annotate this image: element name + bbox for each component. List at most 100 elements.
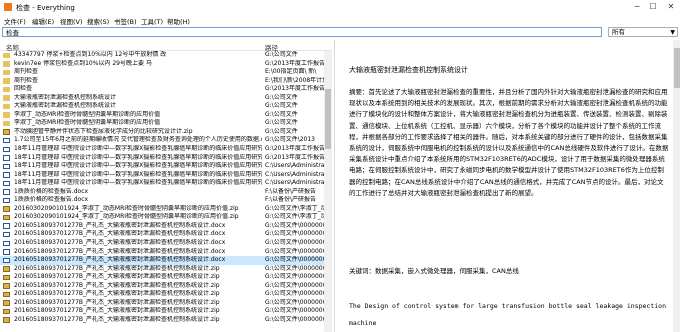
row-path: G:\公司文件\0000000 <box>265 281 324 289</box>
menu-edit[interactable]: 编辑(E) <box>32 16 54 26</box>
row-name: 回检查 <box>14 85 33 93</box>
table-row[interactable]: 20160518093701277B_严礼杰_大输液瓶密封泄漏检查机控制系统设计… <box>0 307 324 316</box>
row-name: 43347797 停浆+检查点到10%以内 12号中午放射情 改 <box>14 51 167 58</box>
folder-icon <box>3 86 10 93</box>
row-name: 18年11月管理部 中医院设计诊断中—数字乳腺X摄影检查乳腺癌早期诊断的临床价值… <box>14 145 262 153</box>
table-row[interactable]: 18年11月管理部 中医院设计诊断中—数字乳腺X摄影检查乳腺癌早期诊断的临床价值… <box>0 145 324 154</box>
list-scrollbar-thumb[interactable] <box>325 89 331 149</box>
menu-tools[interactable]: 工具(T) <box>141 16 163 26</box>
row-path: C:\Users\Administrator <box>265 179 324 187</box>
zip-file-icon <box>3 291 10 298</box>
row-path: G:\公司文件 <box>265 127 298 135</box>
table-row[interactable]: 1质质价格的检查报告.docx F:\以备份\产研报告 <box>0 196 324 205</box>
table-row[interactable]: 18年11月管理部 中医院设计诊断中—数字乳腺X摄影检查乳腺癌早期诊断的临床价值… <box>0 171 324 180</box>
document-icon <box>3 240 10 247</box>
minimize-button[interactable]: ─ <box>630 1 644 12</box>
document-icon <box>3 223 10 229</box>
table-row[interactable]: 18年11月管理部 中医院设计诊断中—数字乳腺X摄影检查乳腺癌早期诊断的临床价值… <box>0 179 324 188</box>
close-button[interactable]: ✕ <box>664 1 678 12</box>
row-name: 20160518093701277B_严礼杰_大输液瓶密封泄漏检查机控制系统设计… <box>14 247 226 255</box>
menu-help[interactable]: 帮助(H) <box>167 16 190 26</box>
row-path: C:\Users\Administrator <box>265 162 324 170</box>
table-row[interactable]: 20160518093701277B_严礼杰_大输液瓶密封泄漏检查机控制系统设计… <box>0 230 324 239</box>
table-row[interactable]: 20160518093701277B_严礼杰_大输液瓶密封泄漏检查机控制系统设计… <box>0 290 324 299</box>
folder-icon <box>3 69 10 76</box>
row-name: 周刊检查 <box>14 68 39 76</box>
table-row[interactable]: 周刊检查 E:\00指定页面\ 新\ <box>0 68 324 77</box>
table-row[interactable]: 20160518093701277B_严礼杰_大输液瓶密封泄漏检查机控制系统设计… <box>0 222 324 231</box>
row-name: 大输液瓶密封泄漏检查机控制系统设计 <box>14 102 117 110</box>
table-row[interactable]: 回检查 G:\2013年度工作报告\ <box>0 85 324 94</box>
table-row[interactable]: 43347797 停浆+检查点到10%以内 12号中午放射情 改 G:\公司文件 <box>0 51 324 60</box>
table-row[interactable]: 1.7公司至15年6月之前的延期编收情况 交代管理检查及财务查询处理的个人历史使… <box>0 136 324 145</box>
row-path: G:\2013年度工作报告\ <box>265 85 324 93</box>
row-path: G:\2013年度工作报告 <box>265 153 324 161</box>
table-row[interactable]: 20160518093701277B_严礼杰_大输液瓶密封泄漏检查机控制系统设计… <box>0 282 324 291</box>
zip-file-icon <box>3 274 10 281</box>
row-name: 20160518093701277B_严礼杰_大输液瓶密封泄漏检查机控制系统设计… <box>14 281 220 289</box>
preview-scrollbar[interactable] <box>673 40 680 332</box>
row-name: 20160302090101924_李淑丁_动态MRI检查时骨髓型阴囊早期诊断的… <box>14 213 239 221</box>
table-row[interactable]: 20160518093701277B_严礼杰_大输液瓶密封泄漏检查机控制系统设计… <box>0 248 324 257</box>
row-name: 20160518093701277B_严礼杰_大输液瓶密封泄漏检查机控制系统设计… <box>14 273 220 281</box>
table-row[interactable]: 20160518093701277B_严礼杰_大输液瓶密封泄漏检查机控制系统设计… <box>0 265 324 274</box>
menu-search[interactable]: 搜索(S) <box>87 16 109 26</box>
table-row[interactable]: 20160518093701277B_严礼杰_大输液瓶密封泄漏检查机控制系统设计… <box>0 239 324 248</box>
document-icon <box>3 231 10 238</box>
table-row[interactable]: 李淑丁_动态MRI检查时骨髓型阴囊早期诊断的应用价值 G:\公司文件 <box>0 111 324 120</box>
table-row[interactable]: 大输液瓶密封泄漏检查机控制系统设计 G:\公司文件 <box>0 102 324 111</box>
filter-select[interactable]: 所有 ▼ <box>608 27 678 37</box>
folder-icon <box>3 112 10 118</box>
document-icon <box>3 155 10 161</box>
table-row[interactable]: 18年11月管理部 中医院设计诊断中—数字乳腺X摄影检查乳腺癌早期诊断的临床价值… <box>0 154 324 163</box>
table-row[interactable]: 20160518093701277B_严礼杰_大输液瓶密封泄漏检查机控制系统设计… <box>0 299 324 308</box>
preview-title: 大输液瓶密封泄漏检查机控制系统设计 <box>349 66 468 74</box>
row-path: G:\公司文件\0000000 <box>265 230 324 238</box>
menu-file[interactable]: 文件(F) <box>4 16 26 26</box>
table-row[interactable]: 1质质价格的检查报告.docx F:\以备份\产研报告 <box>0 188 324 197</box>
row-path: G:\公司文件\0000000 <box>265 290 324 298</box>
table-row[interactable]: 20160518093701277B_严礼杰_大输液瓶密封泄漏检查机控制系统设计… <box>0 316 324 325</box>
row-path: F:\以备份\产研报告 <box>265 196 317 204</box>
row-path: G:\2013年度工作报告\ <box>265 59 324 67</box>
zip-file-icon <box>3 266 10 272</box>
list-scrollbar[interactable] <box>324 51 332 332</box>
table-row[interactable]: 20160302090101924_李淑丁_动态MRI检查时骨髓型阴囊早期诊断的… <box>0 213 324 222</box>
table-row[interactable]: 李淑丁_动态MRI检查时骨髓型阴囊早期诊断的应用价值 G:\公司文件 <box>0 119 324 128</box>
row-name: 1质质价格的检查报告.docx <box>14 187 89 195</box>
menu-view[interactable]: 视图(V) <box>60 16 83 26</box>
table-row[interactable]: 周刊检查 E:\我们\新\2008年计划\ <box>0 77 324 86</box>
document-icon <box>3 137 10 144</box>
table-row[interactable]: kevin7ee 停浆包检查点到10%以内 29号晚上要 马 G:\2013年度工… <box>0 60 324 69</box>
row-path: G:\公司文件\李淑丁_动... <box>265 213 324 221</box>
row-name: 18年11月管理部 中医院设计诊断中—数字乳腺X摄影检查乳腺癌早期诊断的临床价值… <box>14 162 262 170</box>
zip-file-icon <box>3 206 10 212</box>
row-name: 李淑丁_动态MRI检查时骨髓型阴囊早期诊断的应用价值 <box>14 110 161 118</box>
maximize-button[interactable]: ☐ <box>646 1 660 12</box>
row-path: E:\00指定页面\ 新\ <box>265 68 317 76</box>
table-row[interactable]: 20160518093701277B_严礼杰_大输液瓶密封泄漏检查机控制系统设计… <box>0 256 324 265</box>
zip-file-icon <box>3 214 10 221</box>
row-name: 20160518093701277B_严礼杰_大输液瓶密封泄漏检查机控制系统设计… <box>14 230 226 238</box>
row-path: E:\我们\新\2008年计划\ <box>265 76 324 84</box>
table-row[interactable]: 不动胰胆管平静并伴状态下检查尿液化学成分的比较研究设计计.zip G:\公司文件 <box>0 128 324 137</box>
row-path: G:\公司文件\0000000 <box>265 273 324 281</box>
table-row[interactable]: 18年11月管理部 中医院设计诊断中—数字乳腺X摄影检查乳腺癌早期诊断的临床价值… <box>0 162 324 171</box>
preview-scrollbar-thumb[interactable] <box>674 48 680 88</box>
row-name: 李淑丁_动态MRI检查时骨髓型阴囊早期诊断的应用价值 <box>14 119 161 127</box>
document-icon <box>3 172 10 178</box>
search-row: 所有 ▼ <box>0 27 680 39</box>
window-title: 检查 - Everything <box>16 4 75 12</box>
results-list: 名称 路径 43347797 停浆+检查点到10%以内 12号中午放射情 改 G:… <box>0 40 332 332</box>
row-path: G:\公司文件 <box>265 119 298 127</box>
preview-keywords: 关键词：数据采集，嵌入式微处理器，伺服采集，CAN总线 <box>349 267 519 275</box>
row-name: 20160518093701277B_严礼杰_大输液瓶密封泄漏检查机控制系统设计… <box>14 239 226 247</box>
search-input[interactable] <box>2 27 602 37</box>
document-icon <box>3 249 10 255</box>
everything-app-icon <box>4 3 12 11</box>
table-row[interactable]: 20160302090101924_李淑丁_动态MRI检查时骨髓型阴囊早期诊断的… <box>0 205 324 214</box>
table-row[interactable]: 大输液瓶密封泄漏检查机控制系统设计 G:\公司文件 <box>0 94 324 103</box>
document-icon <box>3 163 10 170</box>
table-row[interactable]: 20160518093701277B_严礼杰_大输液瓶密封泄漏检查机控制系统设计… <box>0 273 324 282</box>
menu-bookmarks[interactable]: 书签(B) <box>114 16 137 26</box>
